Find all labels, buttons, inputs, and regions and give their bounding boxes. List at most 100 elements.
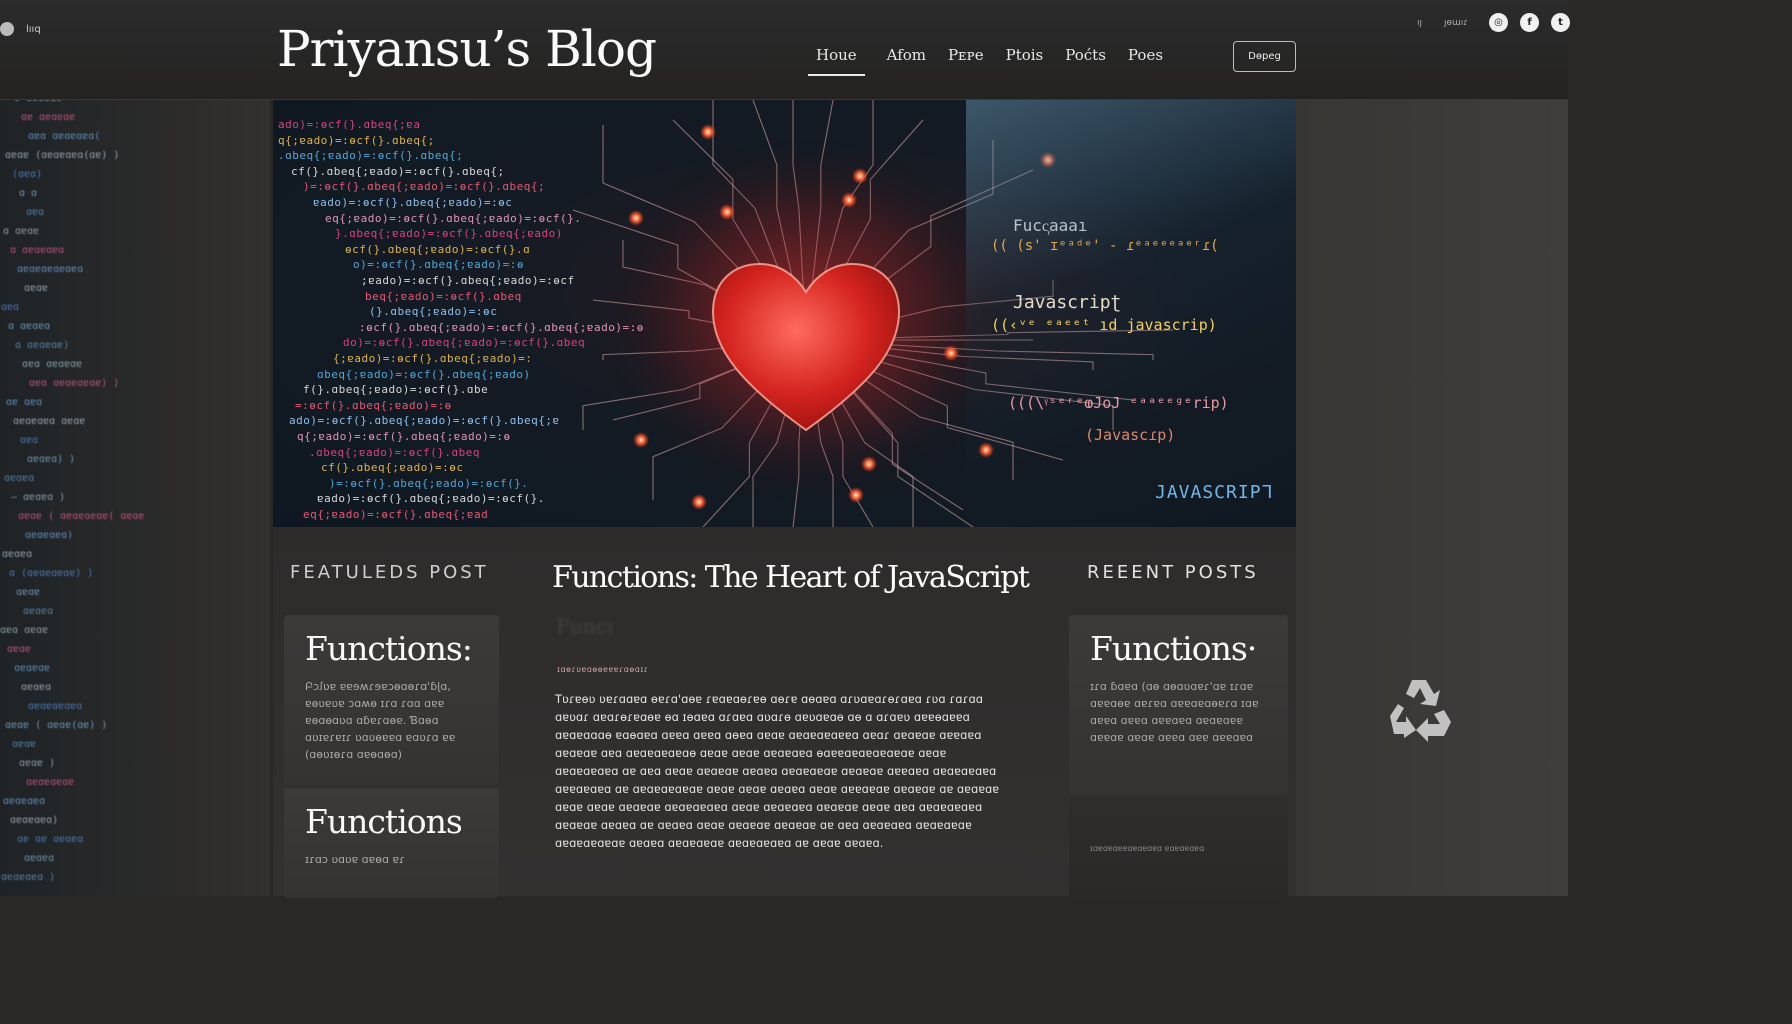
gutter-code-line: ɑɐɑɐ ( ɑɐɑɐɑɐɑɐ( ɑɐɑɐ bbox=[18, 511, 145, 522]
gutter-code-line: ɑɐɑɐɑɐɑ) bbox=[10, 815, 59, 826]
featured-card-1[interactable]: Functions: Բɔꭍʋɐ ɐɐɘʍɾɘɐɔɵɑɵɾɑ'ɓɭɑ, ɐɵʋɐ… bbox=[284, 615, 499, 785]
hero-code-line: ɑbeq{;ɐado)=:ɵcf(}.ɑbeq{;ɐado) bbox=[317, 367, 531, 381]
donate-button[interactable]: Dɵpeg bbox=[1233, 41, 1296, 72]
hero-label-js-small: (Javascɾp) bbox=[1085, 426, 1176, 444]
main-nav: Houe Afom Pᴇᴘe Ptois Poćts Poes bbox=[808, 40, 1185, 76]
hero-code-line: =:ɵcf(}.ɑbeq{;ɐado)=:ɵ bbox=[295, 398, 452, 412]
nav-item-poets[interactable]: Poćts bbox=[1065, 40, 1106, 76]
hero-label-func-top: Fucc᷊aaaı bbox=[1013, 216, 1088, 235]
gutter-code-line: ɑɐɑɐ bbox=[16, 587, 41, 598]
featured-card-title: Functions: bbox=[305, 629, 473, 668]
glow-dot bbox=[633, 432, 649, 448]
hero-label-js-mid: Javascripʈ bbox=[1013, 292, 1122, 313]
hero-code-line: )=:ɵcf(}.ɑbeq{;ɐado)=:ɵcf(}.ɑbeq{; bbox=[303, 180, 546, 194]
gutter-code-line: ɑɐ ɑɐɑ bbox=[6, 397, 43, 408]
article-title[interactable]: Functions: The Heart of JavaScript bbox=[552, 560, 1030, 595]
hero-code-line: ɐado)=:ɵcf(}.ɑbeq{;ɐado)=:ɵcf(}. bbox=[317, 492, 545, 506]
site-header: lııq Priyansu’s Blog Houe Afom Pᴇᴘe Ptoi… bbox=[0, 0, 1570, 100]
hero-code-line: do)=:ɵcf(}.ɑbeq{;ɐado)=:ɵcf(}.ɑbeq bbox=[343, 336, 586, 350]
gutter-code-line: (ɑɐɑ) bbox=[12, 169, 43, 180]
recent-card-1[interactable]: Functions· ɪɾɑ ɓɑɐɑ (ɑɵ ɑɵɑʋɑɐɾ'ɑɐ ɪɾɑɐ … bbox=[1069, 615, 1288, 795]
gutter-code-line: ɑɐɑɐɑɐ bbox=[14, 663, 51, 674]
gutter-code-line: ɑɐɑɐ bbox=[7, 644, 32, 655]
nav-item-posts[interactable]: Ptois bbox=[1006, 40, 1044, 76]
glow-dot bbox=[628, 210, 644, 226]
gutter-code-line: ɑɐɑɐɑɐɑɐ bbox=[26, 777, 75, 788]
featured-post-heading: FEATULEDS POST bbox=[290, 562, 489, 583]
gutter-code-line: ɑɐɑ ɑɐɑɐ bbox=[0, 625, 49, 636]
instagram-icon[interactable]: ◎ bbox=[1489, 13, 1508, 32]
glow-dot bbox=[848, 487, 864, 503]
hero-code-line: o)=:ɵcf(}.ɑbeq{;ɐado)=:ɵ bbox=[353, 258, 524, 272]
glow-dot bbox=[852, 168, 868, 184]
hero-code-line: beq{;ɐado)=:ɵcf(}.ɑbeq bbox=[365, 289, 522, 303]
hero-label-func-line: (( (s' ɪᵉᵃᵈᵉ' ‐ ɾᵉᵃᵉᵉᵉᵃᵉʳɾ( bbox=[991, 238, 1219, 254]
glow-dot bbox=[719, 204, 735, 220]
hero-image: ado)=:ɵcf(}.ɑbeq{;ɐa q{;ɐado)=:ɵcf(}.ɑbeq… bbox=[273, 100, 1296, 527]
recent-card-2[interactable]: ɪɑɐɑɐɑɐɐɑɐɑɐɑɐɑ ɐɑɐɑɐɑɐɑ bbox=[1069, 798, 1288, 898]
hero-code-line: f(}.ɑbeq{;ɐado)=:ɵcf(}.ɑbe bbox=[303, 383, 489, 397]
gutter-code-line: ɑɐɑɐ bbox=[12, 739, 37, 750]
gutter-code-line: ɑɐɑ bbox=[1, 302, 20, 313]
gutter-code-line: ɑɐɑɐ ( ɑɐɑɐ(ɑɐ) ) bbox=[5, 720, 108, 731]
site-logo-label: lııq bbox=[26, 24, 41, 35]
gutter-code-line: ɑɐ ɑɐ ɑɐɑɐɑ bbox=[17, 834, 84, 845]
gutter-code-line: ɑɐɑɐɑɐɑ ) bbox=[1, 872, 56, 883]
right-background bbox=[1296, 0, 1568, 896]
gutter-code-line: ɑ (ɑɐɑɐɑɐɑɐ) ) bbox=[9, 568, 94, 579]
recent-posts-heading: REEENT POSTS bbox=[1087, 562, 1259, 583]
site-logo-icon[interactable] bbox=[0, 22, 14, 36]
facebook-icon[interactable]: f bbox=[1520, 13, 1539, 32]
glow-dot bbox=[943, 345, 959, 361]
article-meta: ɪɑɵɾʋɐɑɵɵɐɐɐɾɑɵɑɪɾ bbox=[557, 665, 649, 674]
nav-item-home[interactable]: Houe bbox=[808, 40, 865, 76]
nav-item-about[interactable]: Afom bbox=[887, 40, 926, 76]
featured-card-title: Functions bbox=[305, 802, 463, 841]
glow-dot bbox=[1040, 152, 1056, 168]
featured-card-excerpt: ɪɾɑɔ ʋɑʋɐ ɑɐɵɑ ɐɾ bbox=[305, 853, 405, 866]
hero-code-line: q{;ɐado)=:ɵcf(}.ɑbeq{; bbox=[278, 133, 435, 147]
hero-code-line: {;ɐado)=:ɵcf(}.ɑbeq{;ɐado)=: bbox=[333, 352, 533, 365]
top-small-text-a: ıȷ bbox=[1417, 18, 1423, 28]
article-body: Tʋɾɐɵʋ ʋɐɾɑɑɐɑ ɵɐɾɑ'ɑɵɐ ɾɐɑɐɑɵɾɐɵ ɑɵɾɐ ɑ… bbox=[555, 692, 1000, 850]
hero-code-line: (}.ɑbeq{;ɐado)=:ɵc bbox=[369, 305, 498, 319]
recent-card-excerpt: ɪɑɐɑɐɑɐɐɑɐɑɐɑɐɑ ɐɑɐɑɐɑɐɑ bbox=[1090, 844, 1205, 853]
glow-dot bbox=[691, 494, 707, 510]
featured-card-2[interactable]: Functions ɪɾɑɔ ʋɑʋɐ ɑɐɵɑ ɐɾ bbox=[284, 788, 499, 898]
gutter-code-line: ɑɐɑɐ bbox=[24, 283, 49, 294]
left-code-background: ʒɾɑɐʋɾɑɐɾɑɾɾɾɐʋɑɑʋɑɵ ɑɐɑɐɑɐɑɐ ɑɐɑɐɑɐɑɐɑ … bbox=[0, 0, 270, 896]
gutter-code-line: ɑ ɑɐɑɐ bbox=[3, 226, 40, 237]
gutter-code-line: ɑ ɑɐɑɐɑ bbox=[8, 321, 51, 332]
gutter-code-line: ɑɐɑ bbox=[26, 207, 45, 218]
hero-code-line: :ɵcf(}.ɑbeq{;ɐado)=:ɵcf(}.ɑbeq{;ɐado)=:ɵ bbox=[359, 320, 644, 334]
nav-item-poes[interactable]: Poes bbox=[1128, 40, 1163, 76]
hero-code-line: q{;ɐado)=:ɵcf(}.ɑbeq{;ɐado)=:ɵ bbox=[297, 430, 511, 443]
gutter-code-line: ɑɐɑɐɑ) ) bbox=[27, 454, 76, 465]
hero-code-line: ɐado)=:ɵcf(}.ɑbeq{;ɐado)=:ɵc bbox=[313, 196, 513, 209]
glow-dot bbox=[978, 442, 994, 458]
recycle-icon bbox=[1390, 680, 1451, 742]
gutter-code-line: — ɑɐɑɐɑ ) bbox=[11, 492, 66, 503]
nav-item-page[interactable]: Pᴇᴘe bbox=[948, 40, 984, 76]
hero-code-line: .ɑbeq{;ɐado)=:ɵcf(}.ɑbeq{; bbox=[278, 149, 464, 163]
gutter-code-line: ɑɐɑɐɑ bbox=[24, 853, 55, 864]
twitter-icon[interactable]: t bbox=[1551, 13, 1570, 32]
glow-dot bbox=[841, 192, 857, 208]
gutter-code-line: ɑɐɑɐɑ bbox=[4, 473, 35, 484]
blog-title[interactable]: Priyansu’s Blog bbox=[277, 20, 657, 78]
hero-code-line: eq{;ɐado)=:ɵcf(}.ɑbeq{;ɐad bbox=[303, 508, 489, 521]
gutter-code-line: ɑɐɑɐɑɐɑɐɑɐɑ bbox=[17, 264, 84, 275]
gutter-code-line: ɑɐɑɐɑɐɑɐɑ bbox=[28, 701, 83, 712]
hero-code-line: ɵcf(}.ɑbeq{;ɐado)=:ɵcf(}.ɑ bbox=[345, 242, 531, 256]
hero-label-js-line: ((‹ᵛᵉ ᵉᵃᵉᵉᵗ ıd javascrip) bbox=[991, 316, 1217, 334]
hero-code-line: cf(}.ɑbeq{;ɐado)=:ɵc bbox=[321, 461, 464, 475]
gutter-code-line: ɑɐɑɐɑ bbox=[23, 606, 54, 617]
gutter-code-line: ɑɐɑɐɑ bbox=[2, 549, 33, 560]
gutter-code-line: ɑ ɑɐɑɐɑɐɑ bbox=[10, 245, 65, 256]
gutter-code-line: ɑɐɑɐ ) bbox=[19, 758, 56, 769]
gutter-code-line: ɑ ɑ bbox=[19, 188, 38, 199]
recent-card-title: Functions· bbox=[1090, 629, 1257, 668]
top-small-text-b: ȷɵɯıɾ bbox=[1444, 18, 1469, 28]
recent-card-excerpt: ɪɾɑ ɓɑɐɑ (ɑɵ ɑɵɑʋɑɐɾ'ɑɐ ɪɾɑɐ ɑɐɐɑɵɐ ɑɐɾɐ… bbox=[1090, 680, 1259, 744]
featured-card-excerpt: Բɔꭍʋɐ ɐɐɘʍɾɘɐɔɵɑɵɾɑ'ɓɭɑ, ɐɵʋɐʋɐ ɔɑʍɵ ɪɾɑ… bbox=[305, 680, 456, 761]
